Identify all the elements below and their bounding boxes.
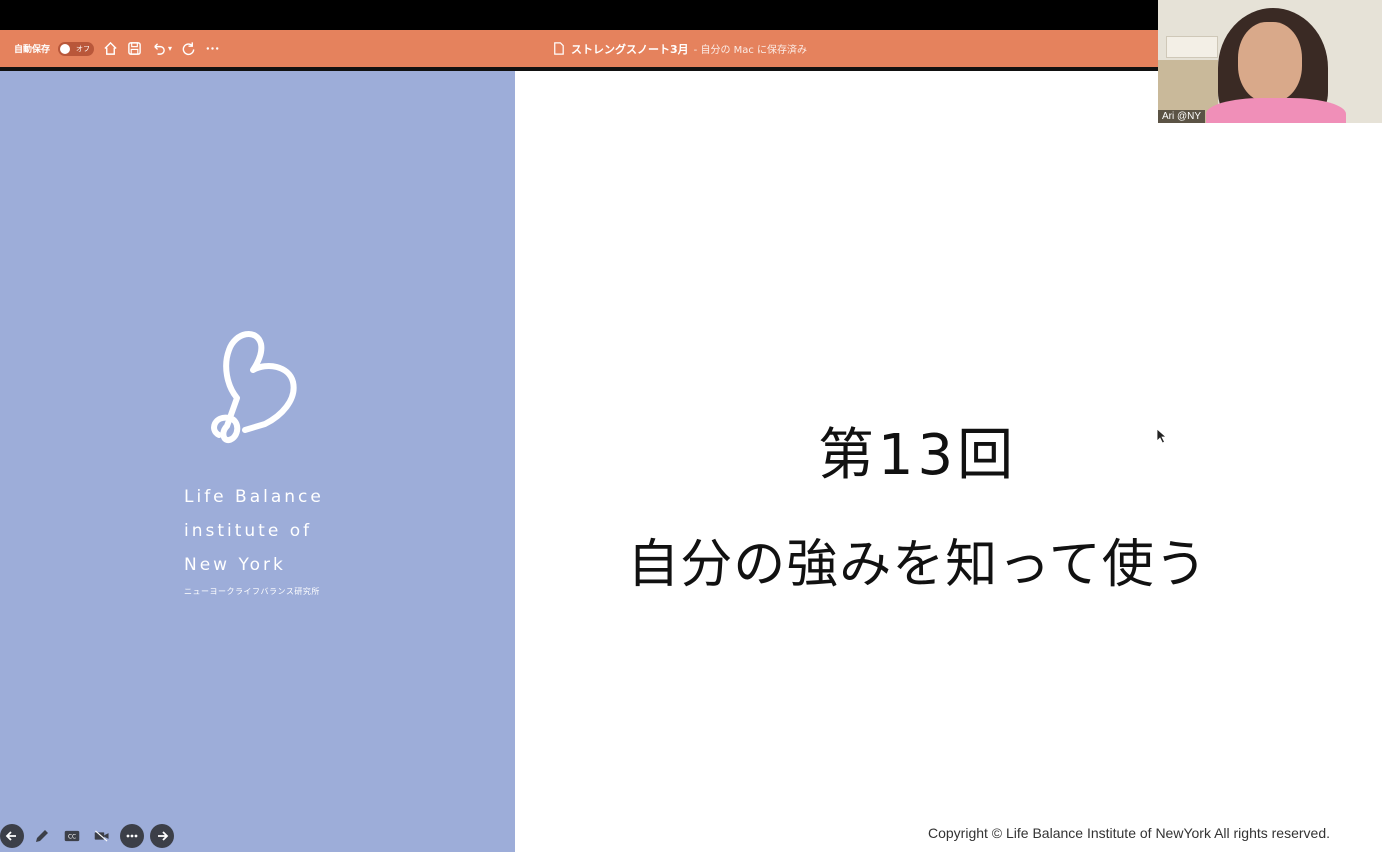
mouse-cursor-icon: [1156, 428, 1168, 444]
document-status: - 自分の Mac に保存済み: [693, 45, 808, 56]
video-background-poster: [1166, 36, 1218, 58]
participant-face: [1238, 22, 1302, 102]
participant-shirt: [1206, 98, 1346, 123]
document-title: ストレングスノート3月 - 自分の Mac に保存済み: [550, 30, 807, 67]
app-titlebar: 自動保存 オフ ▾ ストレングスノート3月 - 自分の Mac に保存済み: [0, 30, 1160, 67]
participant-video-tile[interactable]: Ari @NY: [1158, 0, 1382, 123]
more-icon[interactable]: [204, 41, 220, 57]
document-icon: [550, 41, 566, 57]
brand-line: Life Balance: [184, 487, 324, 507]
svg-text:CC: CC: [68, 835, 76, 841]
brand-line: institute of: [184, 521, 313, 541]
autosave-toggle[interactable]: オフ: [58, 41, 95, 56]
pen-button[interactable]: [30, 824, 54, 848]
undo-icon[interactable]: [150, 41, 166, 57]
home-icon[interactable]: [102, 41, 118, 57]
participant-name: Ari @NY: [1158, 110, 1206, 123]
previous-slide-button[interactable]: [0, 824, 24, 848]
next-slide-button[interactable]: [150, 824, 174, 848]
slide-title: 自分の強みを知って使う: [627, 535, 1208, 595]
more-options-button[interactable]: [120, 824, 144, 848]
quick-access-toolbar: 自動保存 オフ ▾: [0, 41, 220, 57]
redo-icon[interactable]: [180, 41, 196, 57]
document-name: ストレングスノート3月: [571, 42, 689, 56]
captions-button[interactable]: CC: [60, 824, 84, 848]
brand-line: New York: [184, 555, 286, 575]
slide-left-panel: [0, 71, 515, 852]
captions-icon: CC: [64, 830, 80, 842]
toggle-knob: [60, 43, 71, 54]
brand-logo-icon: [211, 331, 297, 444]
camera-off-button[interactable]: [90, 824, 114, 848]
more-options-icon: [126, 834, 138, 838]
previous-icon: [5, 831, 16, 841]
next-icon: [158, 831, 169, 841]
slide-session-number: 第13回: [817, 423, 1018, 488]
brand-name: Life Balance institute of New York: [184, 480, 344, 582]
brand-subtitle: ニューヨークライフバランス研究所: [184, 587, 320, 596]
copyright-text: Copyright © Life Balance Institute of Ne…: [928, 825, 1330, 841]
autosave-state: オフ: [76, 44, 91, 53]
save-icon[interactable]: [126, 41, 142, 57]
undo-dropdown-icon[interactable]: ▾: [168, 44, 172, 53]
camera-off-icon: [94, 830, 109, 842]
autosave-label: 自動保存: [14, 45, 51, 55]
presenter-toolbar: CC: [0, 822, 174, 850]
pen-icon: [36, 830, 48, 842]
